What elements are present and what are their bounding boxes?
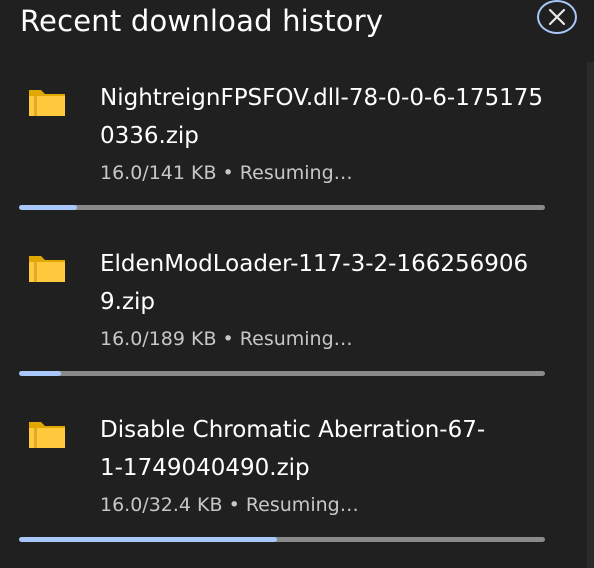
file-name[interactable]: NightreignFPSFOV.dll-78-0-0-6-1751750336…: [100, 79, 550, 155]
progress-bar: [19, 537, 545, 542]
close-button[interactable]: [537, 0, 577, 34]
file-name[interactable]: Disable Chromatic Aberration-67-1-174904…: [100, 411, 500, 487]
scrollbar[interactable]: [587, 62, 594, 568]
folder-zip-icon: [29, 90, 65, 116]
download-status: 16.0/32.4 KB • Resuming…: [100, 494, 359, 516]
progress-fill: [19, 537, 277, 542]
panel-title: Recent download history: [20, 4, 384, 38]
download-history-panel: Recent download history NightreignFPSFOV…: [0, 0, 594, 568]
folder-zip-icon: [29, 422, 65, 448]
download-status: 16.0/189 KB • Resuming…: [100, 328, 353, 350]
download-status: 16.0/141 KB • Resuming…: [100, 162, 353, 184]
progress-bar: [19, 371, 545, 376]
progress-fill: [19, 371, 62, 376]
close-icon: [548, 8, 566, 26]
progress-bar: [19, 205, 545, 210]
file-name[interactable]: EldenModLoader-117-3-2-1662569069.zip: [100, 245, 550, 321]
folder-zip-icon: [29, 256, 65, 282]
progress-fill: [19, 205, 77, 210]
